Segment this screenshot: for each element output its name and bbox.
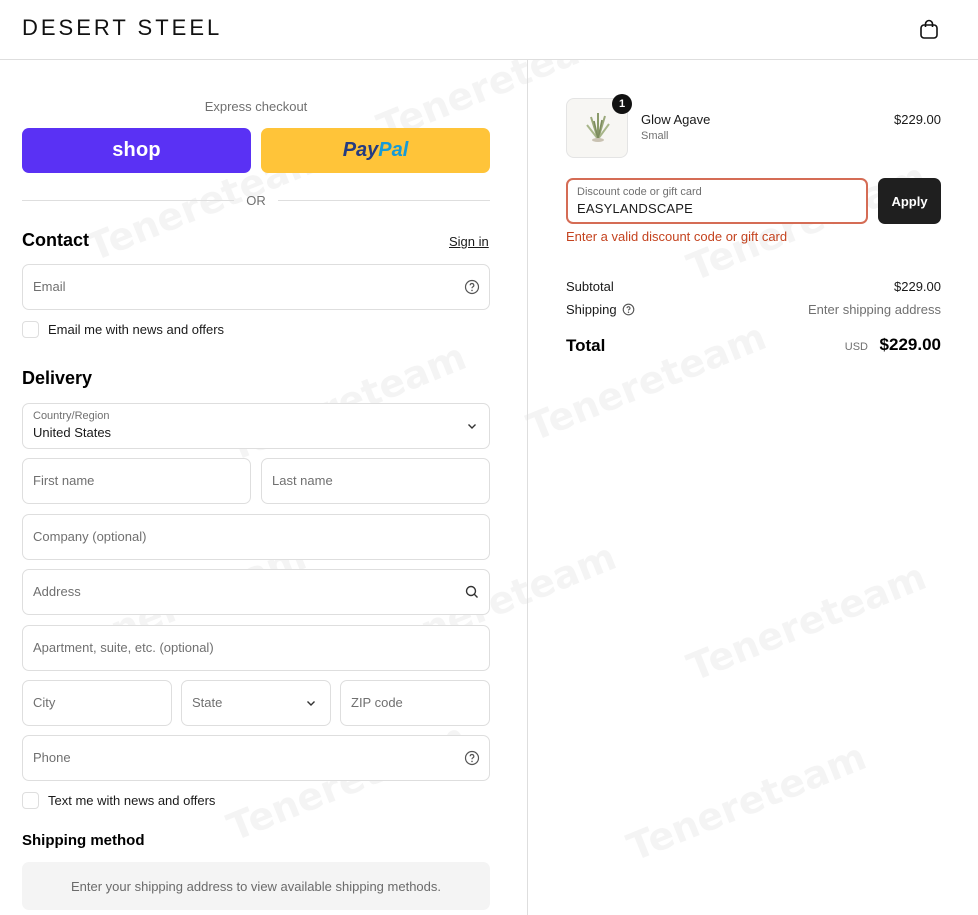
last-name-field[interactable]: Last name bbox=[261, 458, 490, 504]
help-circle-icon[interactable] bbox=[622, 303, 635, 316]
total-currency: USD bbox=[844, 341, 868, 353]
last-name-placeholder: Last name bbox=[272, 473, 333, 488]
first-name-field[interactable]: First name bbox=[22, 458, 251, 504]
product-variant: Small bbox=[641, 130, 669, 142]
subtotal-label: Subtotal bbox=[566, 279, 614, 294]
phone-field[interactable]: Phone bbox=[22, 735, 490, 781]
shipping-value: Enter shipping address bbox=[808, 302, 941, 317]
help-circle-icon[interactable] bbox=[464, 750, 480, 766]
apply-discount-button[interactable]: Apply bbox=[878, 178, 941, 224]
text-offers-checkbox[interactable] bbox=[22, 791, 39, 809]
address-placeholder: Address bbox=[33, 584, 81, 599]
chevron-down-icon bbox=[468, 424, 476, 429]
total-value: $229.00 bbox=[879, 335, 941, 354]
separator-line bbox=[278, 200, 490, 201]
watermark-text: Tenereteam bbox=[221, 334, 472, 470]
city-placeholder: City bbox=[33, 695, 56, 710]
paypal-button[interactable]: Pay Pal bbox=[261, 128, 490, 173]
email-offers-row[interactable]: Email me with news and offers bbox=[22, 320, 224, 338]
paypal-logo-part: Pay bbox=[342, 139, 379, 161]
discount-error-message: Enter a valid discount code or gift card bbox=[566, 229, 788, 244]
quantity-badge: 1 bbox=[612, 94, 632, 114]
discount-code-label: Discount code or gift card bbox=[577, 186, 702, 198]
product-name: Glow Agave bbox=[641, 112, 711, 127]
shopping-bag-icon[interactable] bbox=[918, 18, 940, 40]
chevron-down-icon bbox=[307, 701, 315, 706]
company-field[interactable]: Company (optional) bbox=[22, 514, 490, 560]
email-placeholder: Email bbox=[33, 279, 66, 294]
contact-title: Contact bbox=[22, 230, 89, 250]
watermark-text: Tenereteam bbox=[621, 734, 872, 870]
brand-logo[interactable]: DESERT STEEL bbox=[22, 15, 222, 41]
address-field[interactable]: Address bbox=[22, 569, 490, 615]
help-circle-icon[interactable] bbox=[464, 279, 480, 295]
zip-placeholder: ZIP code bbox=[351, 695, 403, 710]
email-offers-checkbox[interactable] bbox=[22, 320, 39, 338]
discount-code-value: EASYLANDSCAPE bbox=[577, 201, 694, 216]
state-placeholder: State bbox=[192, 695, 223, 710]
email-field[interactable]: Email bbox=[22, 264, 490, 310]
subtotal-value: $229.00 bbox=[894, 279, 941, 294]
apartment-placeholder: Apartment, suite, etc. (optional) bbox=[33, 640, 214, 655]
paypal-logo-part: Pal bbox=[378, 139, 409, 161]
delivery-title: Delivery bbox=[22, 368, 93, 388]
sign-in-link[interactable]: Sign in bbox=[449, 234, 489, 249]
zip-field[interactable]: ZIP code bbox=[340, 680, 490, 726]
shipping-method-title: Shipping method bbox=[22, 832, 145, 849]
shipping-method-notice: Enter your shipping address to view avai… bbox=[22, 862, 490, 910]
email-offers-label: Email me with news and offers bbox=[48, 321, 225, 337]
state-select[interactable]: State bbox=[181, 680, 331, 726]
watermark-text: Tenereteam bbox=[681, 554, 932, 690]
shipping-row-label: Shipping bbox=[566, 302, 635, 317]
express-checkout-label: Express checkout bbox=[204, 99, 308, 114]
country-value: United States bbox=[33, 425, 112, 440]
apartment-field[interactable]: Apartment, suite, etc. (optional) bbox=[22, 625, 490, 671]
site-header: DESERT STEEL bbox=[0, 0, 978, 60]
text-offers-label: Text me with news and offers bbox=[48, 792, 216, 808]
city-field[interactable]: City bbox=[22, 680, 172, 726]
product-price: $229.00 bbox=[894, 112, 941, 127]
shipping-label: Shipping bbox=[566, 302, 617, 317]
text-offers-row[interactable]: Text me with news and offers bbox=[22, 791, 215, 809]
country-select[interactable]: Country/Region United States bbox=[22, 403, 490, 449]
search-icon bbox=[465, 585, 478, 598]
discount-code-field[interactable]: Discount code or gift card EASYLANDSCAPE bbox=[566, 178, 868, 224]
column-divider bbox=[527, 60, 528, 915]
company-placeholder: Company (optional) bbox=[33, 529, 147, 544]
country-label: Country/Region bbox=[33, 410, 110, 422]
shop-pay-button[interactable]: shop bbox=[22, 128, 251, 173]
first-name-placeholder: First name bbox=[33, 473, 95, 488]
phone-placeholder: Phone bbox=[33, 750, 71, 765]
total-label: Total bbox=[566, 336, 606, 355]
watermark-text: Tenereteam bbox=[521, 314, 772, 450]
or-separator: OR bbox=[22, 193, 490, 209]
